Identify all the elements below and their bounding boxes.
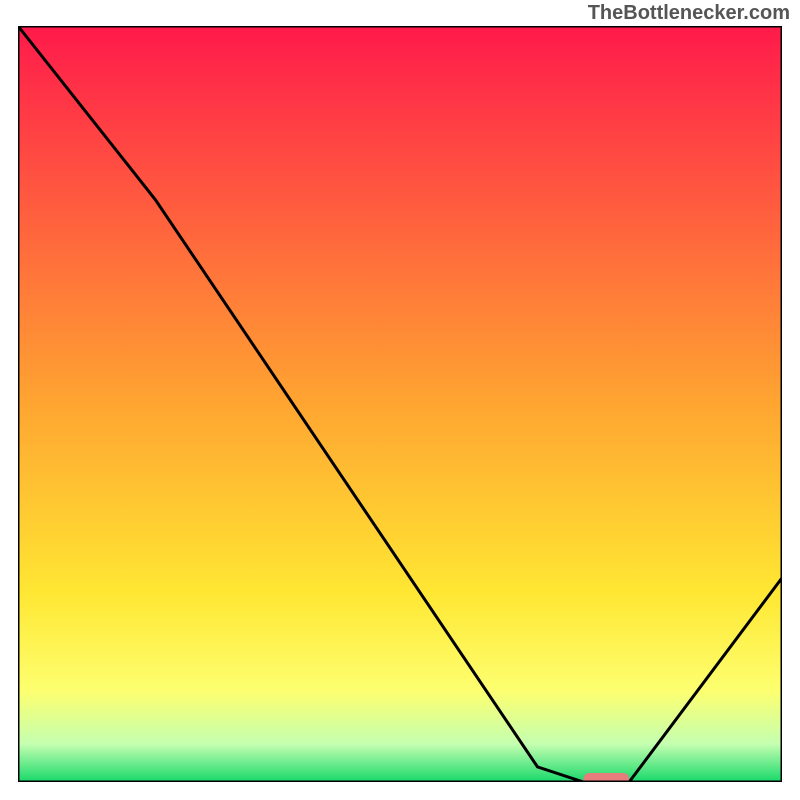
- chart-area: [18, 26, 782, 782]
- gradient-rect: [18, 26, 782, 782]
- watermark-text: TheBottlenecker.com: [588, 2, 790, 25]
- chart-svg: [18, 26, 782, 782]
